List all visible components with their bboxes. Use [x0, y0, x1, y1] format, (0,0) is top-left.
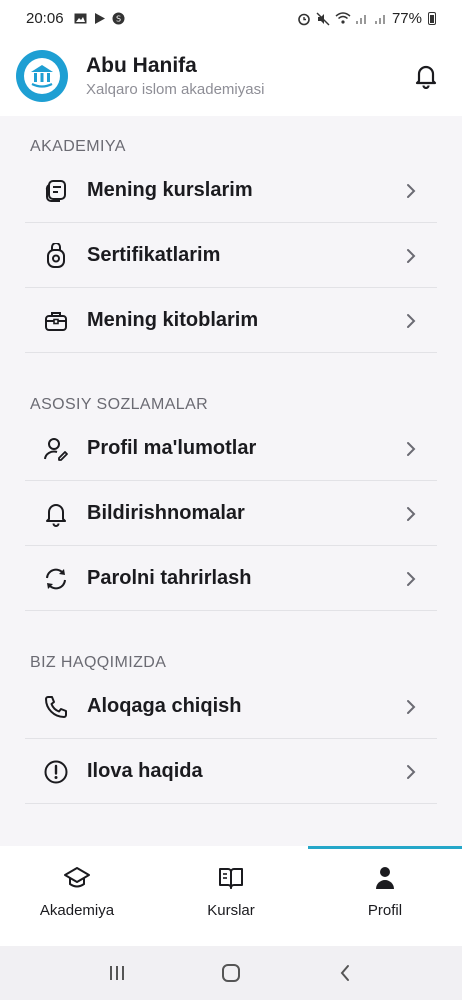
svg-text:S: S	[116, 14, 121, 23]
tab-label: Akademiya	[39, 902, 115, 919]
menu-item-change-password[interactable]: Parolni tahrirlash	[25, 547, 437, 611]
back-icon	[340, 965, 349, 981]
recent-apps-button[interactable]	[97, 958, 137, 988]
status-bar: 20:06 S 77%	[0, 0, 462, 36]
book-icon	[217, 864, 245, 892]
academy-logo	[16, 50, 68, 102]
menu-label: Sertifikatlarim	[87, 244, 221, 266]
briefcase-icon	[43, 308, 69, 334]
home-icon	[222, 964, 240, 982]
menu-label: Mening kurslarim	[87, 179, 253, 201]
recent-apps-icon	[110, 966, 124, 980]
home-button[interactable]	[211, 958, 251, 988]
menu-item-notifications[interactable]: Bildirishnomalar	[25, 482, 437, 546]
graduation-cap-icon	[63, 864, 91, 892]
bell-icon	[43, 501, 69, 527]
menu-item-profile-info[interactable]: Profil ma'lumotlar	[25, 417, 437, 481]
battery-icon	[428, 11, 436, 25]
battery-percent: 77%	[391, 9, 422, 27]
menu-label: Mening kitoblarim	[87, 309, 259, 331]
alarm-icon	[297, 12, 310, 25]
back-button[interactable]	[325, 958, 365, 988]
academy-logo-icon	[31, 65, 53, 88]
menu-item-certificates[interactable]: Sertifikatlarim	[25, 224, 437, 288]
menu-label: Parolni tahrirlash	[87, 567, 252, 589]
wifi-icon	[335, 11, 351, 25]
chevron-right-icon	[405, 313, 419, 328]
menu-item-about-app[interactable]: Ilova haqida	[25, 740, 437, 804]
info-icon	[43, 759, 69, 785]
status-time: 20:06	[26, 9, 64, 27]
play-store-icon	[93, 12, 106, 25]
section-title-main-settings: ASOSIY SOZLAMALAR	[30, 396, 209, 413]
app-s-icon: S	[112, 12, 125, 25]
chevron-right-icon	[405, 764, 419, 779]
menu-label: Bildirishnomalar	[87, 502, 245, 524]
chevron-right-icon	[405, 248, 419, 263]
header-title: Abu Hanifa	[86, 54, 197, 77]
menu-label: Aloqaga chiqish	[87, 695, 242, 717]
chevron-right-icon	[405, 571, 419, 586]
refresh-icon	[43, 566, 69, 592]
signal-icon-2	[373, 12, 386, 25]
bottom-navigation: Akademiya Kurslar Profil	[0, 846, 462, 946]
signal-icon	[354, 12, 367, 25]
menu-label: Ilova haqida	[87, 760, 203, 782]
menu-item-my-courses[interactable]: Mening kurslarim	[25, 159, 437, 223]
tab-label: Kurslar	[207, 902, 255, 919]
bell-icon	[415, 65, 437, 89]
courses-icon	[43, 178, 69, 204]
tab-label: Profil	[367, 902, 403, 919]
system-navigation-bar	[0, 946, 462, 1000]
section-title-akademiya: AKADEMIYA	[30, 138, 126, 155]
menu-label: Profil ma'lumotlar	[87, 437, 257, 459]
user-edit-icon	[43, 436, 69, 462]
app-header: Abu Hanifa Xalqaro islom akademiyasi	[0, 36, 462, 116]
phone-icon	[43, 694, 69, 720]
chevron-right-icon	[405, 506, 419, 521]
chevron-right-icon	[405, 441, 419, 456]
menu-item-my-books[interactable]: Mening kitoblarim	[25, 289, 437, 353]
notifications-button[interactable]	[406, 56, 446, 96]
person-icon	[371, 864, 399, 892]
chevron-right-icon	[405, 699, 419, 714]
chevron-right-icon	[405, 183, 419, 198]
menu-item-contact[interactable]: Aloqaga chiqish	[25, 675, 437, 739]
tab-kurslar[interactable]: Kurslar	[154, 864, 308, 919]
tab-profil[interactable]: Profil	[308, 864, 462, 919]
gallery-icon	[74, 12, 87, 25]
section-title-about-us: BIZ HAQQIMIZDA	[30, 654, 167, 671]
profile-content: AKADEMIYA Mening kurslarim Sertifikatlar…	[0, 116, 462, 846]
certificate-icon	[43, 242, 69, 269]
tab-akademiya[interactable]: Akademiya	[0, 864, 154, 919]
mute-icon	[316, 12, 330, 25]
active-tab-indicator	[308, 846, 462, 849]
header-subtitle: Xalqaro islom akademiyasi	[86, 81, 265, 98]
